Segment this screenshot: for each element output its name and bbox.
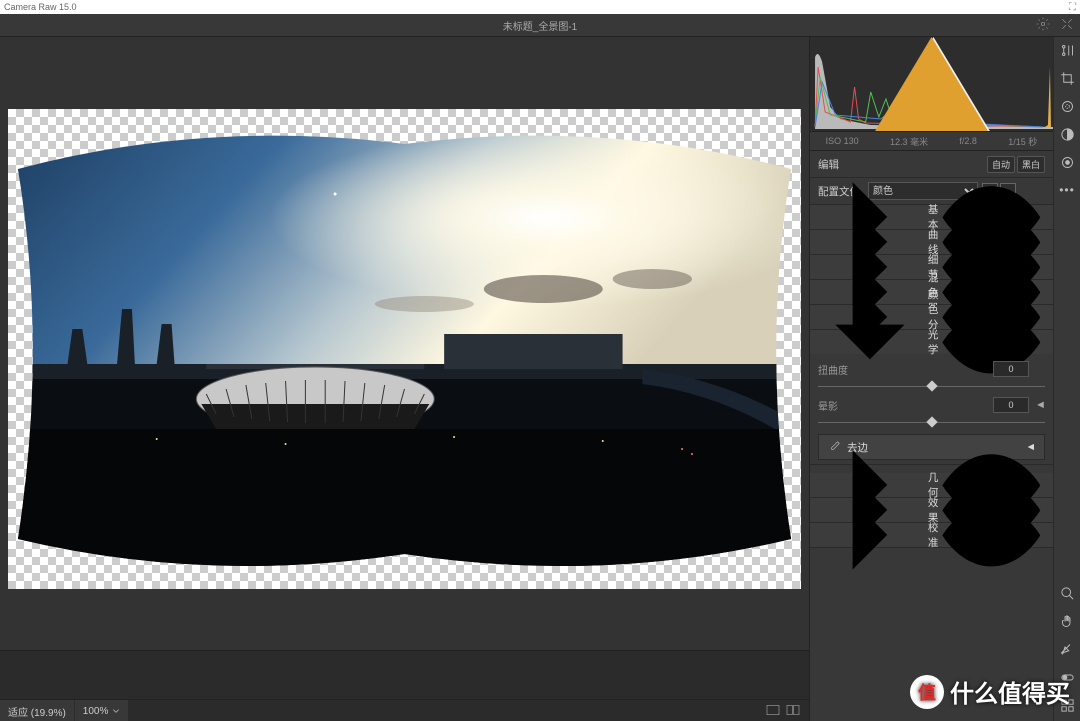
panel-calibration[interactable]: 校准 (810, 523, 1053, 547)
fit-zoom[interactable]: 适应 (19.9%) (0, 700, 74, 721)
hand-tool-icon[interactable] (1060, 614, 1075, 632)
distortion-slider[interactable] (818, 380, 1045, 392)
app-title: Camera Raw 15.0 (4, 2, 77, 12)
zoom-dropdown[interactable]: 100% (75, 700, 129, 721)
crop-tool-icon[interactable] (1060, 71, 1075, 89)
exif-bar: ISO 130 12.3 毫米 f/2.8 1/15 秒 (810, 132, 1053, 151)
settings-icon[interactable] (1036, 17, 1050, 34)
watermark: 值 什么值得买 (910, 674, 1070, 709)
watermark-badge: 值 (910, 675, 944, 709)
distortion-label: 扭曲度 (818, 362, 987, 377)
panel-optics[interactable]: 光学 (810, 330, 1053, 354)
edit-tool-icon[interactable] (1060, 43, 1075, 61)
more-tools-icon[interactable]: ••• (1059, 183, 1075, 197)
vignette-slider[interactable] (818, 416, 1045, 428)
redeye-tool-icon[interactable] (1060, 155, 1075, 173)
fullscreen-icon[interactable] (1060, 17, 1074, 34)
image-canvas[interactable] (0, 37, 809, 650)
eye-icon[interactable] (938, 482, 1045, 589)
document-header: 未标题_全景图-1 (0, 14, 1080, 37)
vignette-value[interactable]: 0 (993, 397, 1029, 413)
reset-icon[interactable]: ◄ (1035, 399, 1045, 411)
zoom-tool-icon[interactable] (1060, 586, 1075, 604)
filmstrip (0, 650, 809, 699)
heal-tool-icon[interactable] (1060, 99, 1075, 117)
document-title: 未标题_全景图-1 (503, 18, 577, 33)
single-view-icon[interactable] (765, 702, 781, 721)
maximize-icon[interactable]: ⛶ (1069, 2, 1076, 13)
vignette-label: 晕影 (818, 398, 987, 413)
highlight-clip-icon[interactable] (810, 37, 1053, 131)
compare-view-icon[interactable] (785, 702, 801, 721)
histogram[interactable] (810, 37, 1053, 132)
mask-tool-icon[interactable] (1060, 127, 1075, 145)
sampler-tool-icon[interactable] (1060, 642, 1075, 660)
distortion-value[interactable]: 0 (993, 361, 1029, 377)
